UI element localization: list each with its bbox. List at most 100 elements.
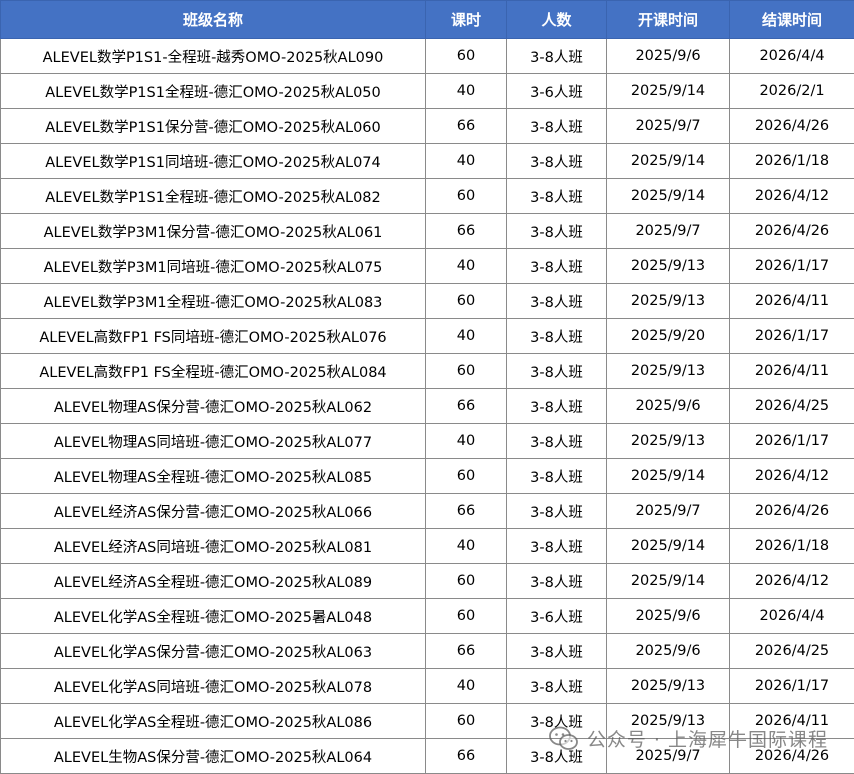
cell-end-date: 2026/4/26 bbox=[730, 739, 854, 774]
cell-class-name: ALEVEL化学AS全程班-德汇OMO-2025秋AL086 bbox=[1, 704, 426, 739]
cell-class-name: ALEVEL经济AS保分营-德汇OMO-2025秋AL066 bbox=[1, 494, 426, 529]
table-row: ALEVEL高数FP1 FS同培班-德汇OMO-2025秋AL076403-8人… bbox=[1, 319, 854, 354]
cell-hours: 60 bbox=[426, 459, 507, 494]
cell-start-date: 2025/9/20 bbox=[607, 319, 730, 354]
cell-hours: 40 bbox=[426, 529, 507, 564]
cell-hours: 60 bbox=[426, 284, 507, 319]
cell-class-size: 3-8人班 bbox=[507, 704, 607, 739]
cell-start-date: 2025/9/13 bbox=[607, 249, 730, 284]
table-row: ALEVEL生物AS保分营-德汇OMO-2025秋AL064663-8人班202… bbox=[1, 739, 854, 774]
cell-end-date: 2026/4/12 bbox=[730, 179, 854, 214]
cell-end-date: 2026/4/12 bbox=[730, 459, 854, 494]
cell-hours: 66 bbox=[426, 739, 507, 774]
cell-class-name: ALEVEL物理AS全程班-德汇OMO-2025秋AL085 bbox=[1, 459, 426, 494]
cell-start-date: 2025/9/7 bbox=[607, 109, 730, 144]
cell-class-name: ALEVEL生物AS保分营-德汇OMO-2025秋AL064 bbox=[1, 739, 426, 774]
cell-hours: 40 bbox=[426, 74, 507, 109]
cell-end-date: 2026/4/12 bbox=[730, 564, 854, 599]
cell-class-name: ALEVEL物理AS同培班-德汇OMO-2025秋AL077 bbox=[1, 424, 426, 459]
cell-class-size: 3-8人班 bbox=[507, 494, 607, 529]
cell-hours: 40 bbox=[426, 144, 507, 179]
cell-class-size: 3-8人班 bbox=[507, 564, 607, 599]
cell-end-date: 2026/4/26 bbox=[730, 109, 854, 144]
header-start-date: 开课时间 bbox=[607, 1, 730, 39]
cell-start-date: 2025/9/7 bbox=[607, 214, 730, 249]
table-row: ALEVEL数学P1S1同培班-德汇OMO-2025秋AL074403-8人班2… bbox=[1, 144, 854, 179]
cell-class-name: ALEVEL高数FP1 FS全程班-德汇OMO-2025秋AL084 bbox=[1, 354, 426, 389]
cell-hours: 66 bbox=[426, 214, 507, 249]
table-row: ALEVEL数学P1S1-全程班-越秀OMO-2025秋AL090603-8人班… bbox=[1, 39, 854, 74]
cell-class-size: 3-6人班 bbox=[507, 74, 607, 109]
cell-class-name: ALEVEL数学P1S1全程班-德汇OMO-2025秋AL050 bbox=[1, 74, 426, 109]
cell-start-date: 2025/9/14 bbox=[607, 529, 730, 564]
table-row: ALEVEL数学P1S1保分营-德汇OMO-2025秋AL060663-8人班2… bbox=[1, 109, 854, 144]
table-row: ALEVEL物理AS保分营-德汇OMO-2025秋AL062663-8人班202… bbox=[1, 389, 854, 424]
table-row: ALEVEL数学P1S1全程班-德汇OMO-2025秋AL050403-6人班2… bbox=[1, 74, 854, 109]
cell-class-size: 3-8人班 bbox=[507, 249, 607, 284]
cell-class-name: ALEVEL物理AS保分营-德汇OMO-2025秋AL062 bbox=[1, 389, 426, 424]
cell-class-name: ALEVEL数学P1S1全程班-德汇OMO-2025秋AL082 bbox=[1, 179, 426, 214]
table-row: ALEVEL数学P1S1全程班-德汇OMO-2025秋AL082603-8人班 2… bbox=[1, 179, 854, 214]
class-schedule-table: 班级名称 课时 人数 开课时间 结课时间 ALEVEL数学P1S1-全程班-越秀… bbox=[0, 0, 854, 774]
cell-class-size: 3-8人班 bbox=[507, 634, 607, 669]
cell-end-date: 2026/1/18 bbox=[730, 144, 854, 179]
cell-end-date: 2026/1/17 bbox=[730, 424, 854, 459]
cell-start-date: 2025/9/6 bbox=[607, 634, 730, 669]
cell-class-size: 3-8人班 bbox=[507, 424, 607, 459]
cell-end-date: 2026/4/11 bbox=[730, 354, 854, 389]
cell-class-name: ALEVEL数学P3M1同培班-德汇OMO-2025秋AL075 bbox=[1, 249, 426, 284]
cell-end-date: 2026/4/25 bbox=[730, 634, 854, 669]
cell-end-date: 2026/2/1 bbox=[730, 74, 854, 109]
cell-hours: 66 bbox=[426, 634, 507, 669]
table-row: ALEVEL经济AS保分营-德汇OMO-2025秋AL066663-8人班202… bbox=[1, 494, 854, 529]
cell-end-date: 2026/4/4 bbox=[730, 39, 854, 74]
cell-class-name: ALEVEL数学P3M1全程班-德汇OMO-2025秋AL083 bbox=[1, 284, 426, 319]
cell-start-date: 2025/9/6 bbox=[607, 389, 730, 424]
cell-hours: 60 bbox=[426, 599, 507, 634]
cell-class-size: 3-8人班 bbox=[507, 459, 607, 494]
cell-end-date: 2026/1/17 bbox=[730, 249, 854, 284]
cell-start-date: 2025/9/13 bbox=[607, 424, 730, 459]
header-end-date: 结课时间 bbox=[730, 1, 854, 39]
table-row: ALEVEL化学AS全程班-德汇OMO-2025秋AL086603-8人班202… bbox=[1, 704, 854, 739]
header-class-name: 班级名称 bbox=[1, 1, 426, 39]
cell-hours: 60 bbox=[426, 354, 507, 389]
cell-hours: 40 bbox=[426, 249, 507, 284]
table-row: ALEVEL物理AS全程班-德汇OMO-2025秋AL085603-8人班202… bbox=[1, 459, 854, 494]
cell-class-name: ALEVEL化学AS同培班-德汇OMO-2025秋AL078 bbox=[1, 669, 426, 704]
cell-class-name: ALEVEL化学AS全程班-德汇OMO-2025暑AL048 bbox=[1, 599, 426, 634]
cell-hours: 60 bbox=[426, 564, 507, 599]
cell-end-date: 2026/1/17 bbox=[730, 319, 854, 354]
cell-end-date: 2026/4/11 bbox=[730, 284, 854, 319]
cell-end-date: 2026/4/4 bbox=[730, 599, 854, 634]
cell-class-size: 3-8人班 bbox=[507, 739, 607, 774]
cell-start-date: 2025/9/7 bbox=[607, 739, 730, 774]
cell-start-date: 2025/9/14 bbox=[607, 144, 730, 179]
cell-class-size: 3-8人班 bbox=[507, 529, 607, 564]
table-row: ALEVEL物理AS同培班-德汇OMO-2025秋AL077403-8人班202… bbox=[1, 424, 854, 459]
cell-start-date: 2025/9/13 bbox=[607, 284, 730, 319]
table-row: ALEVEL经济AS全程班-德汇OMO-2025秋AL089603-8人班 202… bbox=[1, 564, 854, 599]
cell-start-date: 2025/9/6 bbox=[607, 599, 730, 634]
table-row: ALEVEL经济AS同培班-德汇OMO-2025秋AL081403-8人班202… bbox=[1, 529, 854, 564]
cell-end-date: 2026/4/11 bbox=[730, 704, 854, 739]
cell-hours: 40 bbox=[426, 424, 507, 459]
cell-class-size: 3-8人班 bbox=[507, 179, 607, 214]
cell-start-date: 2025/9/14 bbox=[607, 74, 730, 109]
cell-class-size: 3-8人班 bbox=[507, 389, 607, 424]
cell-start-date: 2025/9/14 bbox=[607, 459, 730, 494]
table-row: ALEVEL化学AS全程班-德汇OMO-2025暑AL048603-6人班202… bbox=[1, 599, 854, 634]
cell-class-size: 3-8人班 bbox=[507, 109, 607, 144]
cell-end-date: 2026/4/26 bbox=[730, 494, 854, 529]
header-class-size: 人数 bbox=[507, 1, 607, 39]
cell-class-name: ALEVEL高数FP1 FS同培班-德汇OMO-2025秋AL076 bbox=[1, 319, 426, 354]
cell-hours: 60 bbox=[426, 704, 507, 739]
table-row: ALEVEL高数FP1 FS全程班-德汇OMO-2025秋AL084603-8人… bbox=[1, 354, 854, 389]
cell-start-date: 2025/9/7 bbox=[607, 494, 730, 529]
cell-hours: 60 bbox=[426, 179, 507, 214]
cell-start-date: 2025/9/13 bbox=[607, 354, 730, 389]
cell-class-size: 3-8人班 bbox=[507, 284, 607, 319]
cell-start-date: 2025/9/13 bbox=[607, 704, 730, 739]
cell-hours: 40 bbox=[426, 669, 507, 704]
cell-class-name: ALEVEL经济AS全程班-德汇OMO-2025秋AL089 bbox=[1, 564, 426, 599]
